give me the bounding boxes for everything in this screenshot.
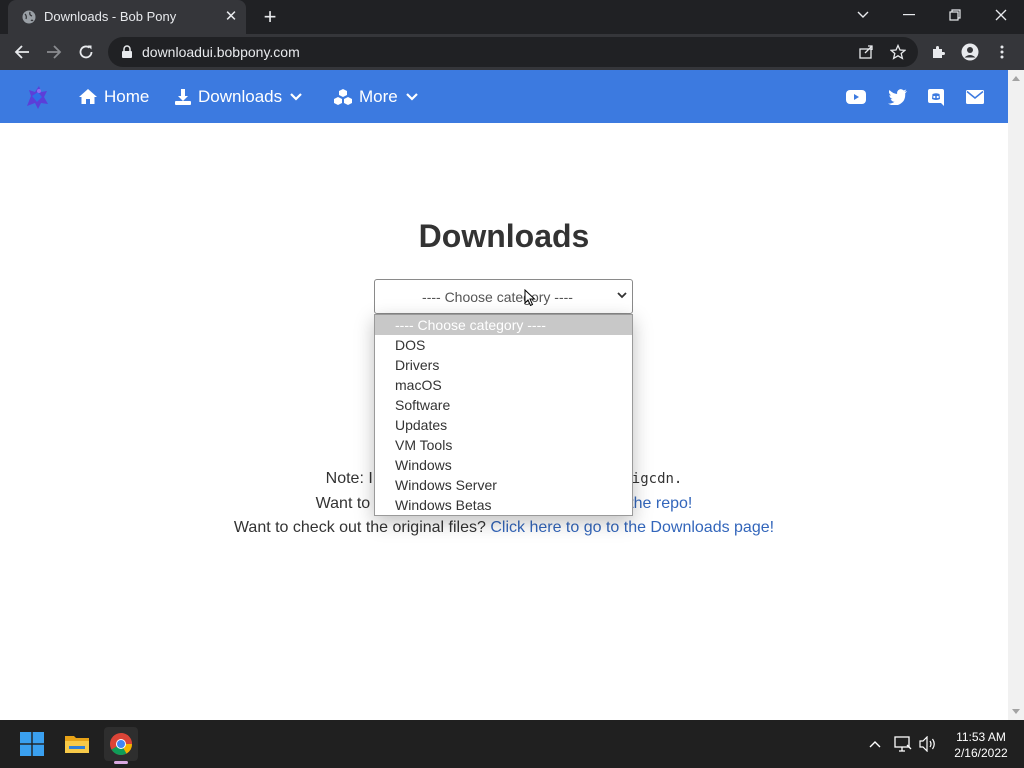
extensions-icon[interactable] bbox=[926, 40, 950, 64]
taskbar-clock[interactable]: 11:53 AM 2/16/2022 bbox=[944, 729, 1018, 761]
web-page: Home Downloads More Downloads ---- Choos… bbox=[0, 70, 1008, 720]
discord-icon[interactable] bbox=[926, 87, 946, 107]
new-tab-icon[interactable]: + bbox=[259, 6, 281, 28]
scroll-down-icon[interactable] bbox=[1012, 709, 1020, 714]
email-icon[interactable] bbox=[965, 87, 985, 107]
note-line-1-prefix: Note: I bbox=[325, 470, 373, 487]
url-text[interactable]: downloadui.bobpony.com bbox=[142, 44, 300, 60]
clock-date: 2/16/2022 bbox=[954, 746, 1008, 760]
note-line-2-prefix: Want to bbox=[315, 495, 371, 512]
category-option[interactable]: Windows Betas bbox=[375, 495, 632, 515]
note-line-3: Want to check out the original files? Cl… bbox=[0, 519, 1008, 537]
tab-strip: Downloads - Bob Pony ✕ + bbox=[0, 0, 1024, 34]
tab-title: Downloads - Bob Pony bbox=[44, 9, 177, 24]
category-option[interactable]: macOS bbox=[375, 375, 632, 395]
category-option[interactable]: VM Tools bbox=[375, 435, 632, 455]
chevron-down-icon bbox=[405, 92, 418, 101]
bobpony-logo-icon[interactable] bbox=[22, 82, 52, 112]
chrome-taskbar-icon[interactable] bbox=[104, 727, 138, 761]
tab-search-icon[interactable] bbox=[840, 0, 886, 30]
note-line-3-text: Want to check out the original files? bbox=[233, 519, 486, 536]
cubes-icon bbox=[334, 88, 352, 105]
note-line-1-suffix: igcdn. bbox=[631, 471, 683, 487]
lock-icon[interactable] bbox=[120, 45, 134, 59]
category-select-value: ---- Choose category ---- bbox=[422, 289, 573, 305]
nav-downloads[interactable]: Downloads bbox=[174, 70, 308, 123]
nav-more-label: More bbox=[359, 86, 398, 106]
category-dropdown-list: ---- Choose category ---- DOS Drivers ma… bbox=[374, 314, 633, 516]
download-icon bbox=[175, 88, 191, 105]
browser-toolbar: downloadui.bobpony.com bbox=[0, 34, 1024, 70]
globe-icon bbox=[22, 10, 36, 24]
category-option[interactable]: Software bbox=[375, 395, 632, 415]
clock-time: 11:53 AM bbox=[956, 730, 1006, 744]
minimize-icon[interactable] bbox=[886, 0, 932, 30]
twitter-icon[interactable] bbox=[887, 87, 907, 107]
file-explorer-icon[interactable] bbox=[60, 727, 94, 761]
active-app-indicator bbox=[114, 761, 128, 764]
home-icon bbox=[79, 89, 97, 104]
youtube-icon[interactable] bbox=[846, 87, 866, 107]
bookmark-star-icon[interactable] bbox=[888, 42, 908, 62]
category-option[interactable]: Windows Server bbox=[375, 475, 632, 495]
mouse-cursor-icon bbox=[524, 289, 536, 307]
address-bar[interactable]: downloadui.bobpony.com bbox=[108, 37, 918, 67]
nav-home-label: Home bbox=[104, 86, 150, 106]
share-icon[interactable] bbox=[856, 42, 876, 62]
page-scrollbar[interactable] bbox=[1008, 70, 1024, 720]
reload-icon[interactable] bbox=[74, 40, 98, 64]
chevron-up-icon[interactable] bbox=[865, 734, 885, 754]
category-option[interactable]: Windows bbox=[375, 455, 632, 475]
category-option[interactable]: ---- Choose category ---- bbox=[375, 315, 632, 335]
browser-tab[interactable]: Downloads - Bob Pony ✕ bbox=[8, 0, 246, 34]
category-option[interactable]: DOS bbox=[375, 335, 632, 355]
close-tab-icon[interactable]: ✕ bbox=[223, 9, 239, 25]
chevron-down-icon bbox=[617, 292, 627, 299]
close-window-icon[interactable] bbox=[978, 0, 1024, 30]
scroll-up-icon[interactable] bbox=[1012, 76, 1020, 81]
profile-icon[interactable] bbox=[958, 40, 982, 64]
windows-start-icon[interactable] bbox=[15, 727, 49, 761]
back-icon[interactable] bbox=[10, 40, 34, 64]
nav-more[interactable]: More bbox=[333, 70, 424, 123]
network-icon[interactable] bbox=[893, 734, 913, 754]
repo-link[interactable]: the repo! bbox=[629, 495, 692, 512]
page-title: Downloads bbox=[418, 218, 590, 254]
nav-downloads-label: Downloads bbox=[198, 86, 283, 106]
forward-icon[interactable] bbox=[42, 40, 66, 64]
volume-icon[interactable] bbox=[918, 734, 938, 754]
category-option[interactable]: Drivers bbox=[375, 355, 632, 375]
downloads-page-link[interactable]: Click here to go to the Downloads page! bbox=[490, 519, 774, 536]
nav-home[interactable]: Home bbox=[78, 70, 149, 123]
taskbar: 11:53 AM 2/16/2022 bbox=[0, 720, 1024, 768]
category-option[interactable]: Updates bbox=[375, 415, 632, 435]
menu-kebab-icon[interactable] bbox=[990, 40, 1014, 64]
category-select[interactable]: ---- Choose category ---- bbox=[374, 279, 633, 314]
chevron-down-icon bbox=[290, 92, 302, 101]
site-navbar: Home Downloads More bbox=[0, 70, 1008, 123]
restore-icon[interactable] bbox=[932, 0, 978, 30]
